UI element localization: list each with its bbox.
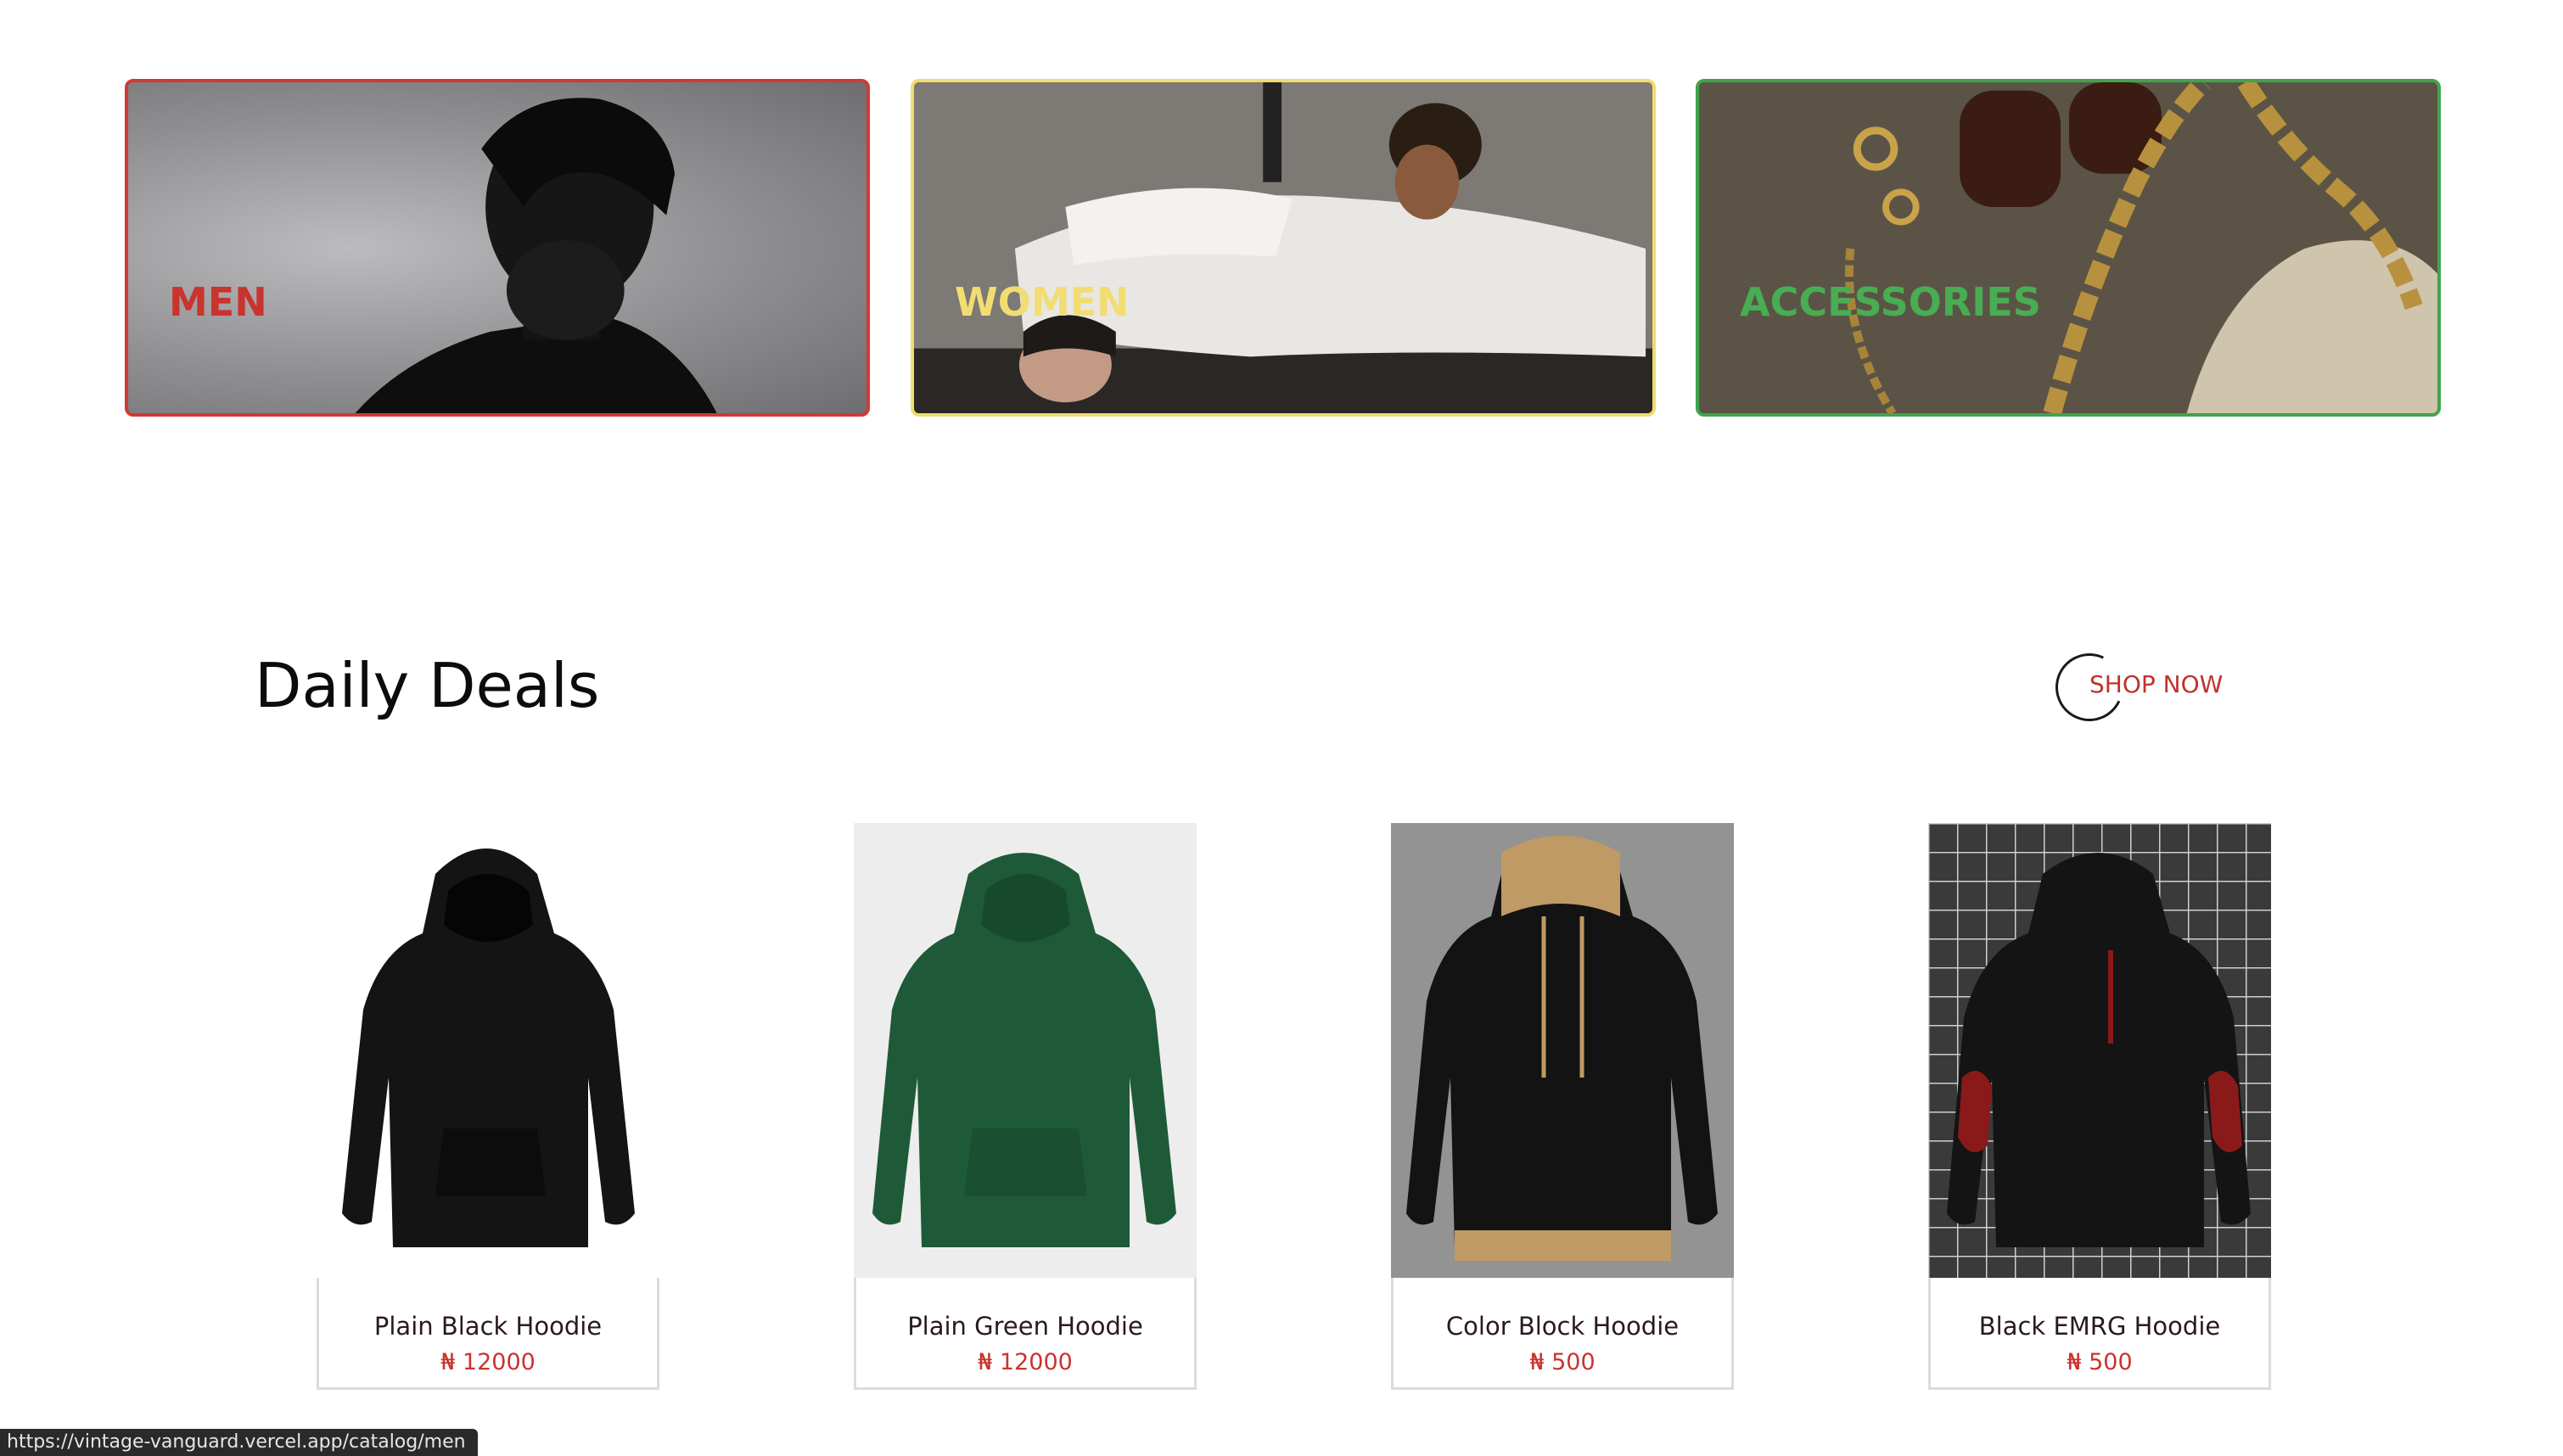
category-label-men: MEN: [169, 279, 267, 325]
color-block-hoodie-icon: [1391, 823, 1734, 1278]
product-card[interactable]: Plain Black Hoodie ₦ 12000: [317, 823, 659, 1417]
product-info: Black EMRG Hoodie ₦ 500: [1928, 1278, 2271, 1390]
product-price: ₦ 12000: [978, 1349, 1073, 1375]
product-name[interactable]: Plain Black Hoodie: [319, 1312, 657, 1341]
product-card[interactable]: Black EMRG Hoodie ₦ 500: [1928, 823, 2271, 1417]
product-price: ₦ 500: [2067, 1349, 2133, 1375]
status-bar-url: https://vintage-vanguard.vercel.app/cata…: [0, 1429, 478, 1456]
product-price: ₦ 500: [1529, 1349, 1596, 1375]
product-info: Plain Green Hoodie ₦ 12000: [854, 1278, 1197, 1390]
product-name[interactable]: Black EMRG Hoodie: [1931, 1312, 2269, 1341]
product-image[interactable]: [1928, 823, 2271, 1278]
category-label-women: WOMEN: [955, 279, 1130, 325]
product-name[interactable]: Color Block Hoodie: [1394, 1312, 1731, 1341]
shop-now-label: SHOP NOW: [2089, 670, 2224, 698]
daily-deals-heading: Daily Deals: [255, 650, 600, 721]
product-image[interactable]: [1391, 823, 1734, 1278]
category-label-accessories: ACCESSORIES: [1740, 279, 2041, 325]
emrg-hoodie-icon: [1928, 823, 2271, 1278]
product-name[interactable]: Plain Green Hoodie: [856, 1312, 1194, 1341]
category-card-women[interactable]: WOMEN: [911, 79, 1656, 417]
product-price: ₦ 12000: [440, 1349, 536, 1375]
men-photo: [355, 98, 717, 413]
black-hoodie-icon: [317, 823, 659, 1278]
product-image[interactable]: [854, 823, 1197, 1278]
product-card[interactable]: Color Block Hoodie ₦ 500: [1391, 823, 1734, 1417]
category-card-accessories[interactable]: ACCESSORIES: [1696, 79, 2441, 417]
product-info: Plain Black Hoodie ₦ 12000: [317, 1278, 659, 1390]
category-card-men[interactable]: MEN: [125, 79, 870, 417]
product-info: Color Block Hoodie ₦ 500: [1391, 1278, 1734, 1390]
shop-now-button[interactable]: SHOP NOW: [2045, 643, 2242, 731]
product-image[interactable]: [317, 823, 659, 1278]
product-card[interactable]: Plain Green Hoodie ₦ 12000: [854, 823, 1197, 1417]
green-hoodie-icon: [854, 823, 1197, 1278]
women-photo: [914, 82, 1652, 413]
accessories-photo: [1699, 82, 2437, 413]
